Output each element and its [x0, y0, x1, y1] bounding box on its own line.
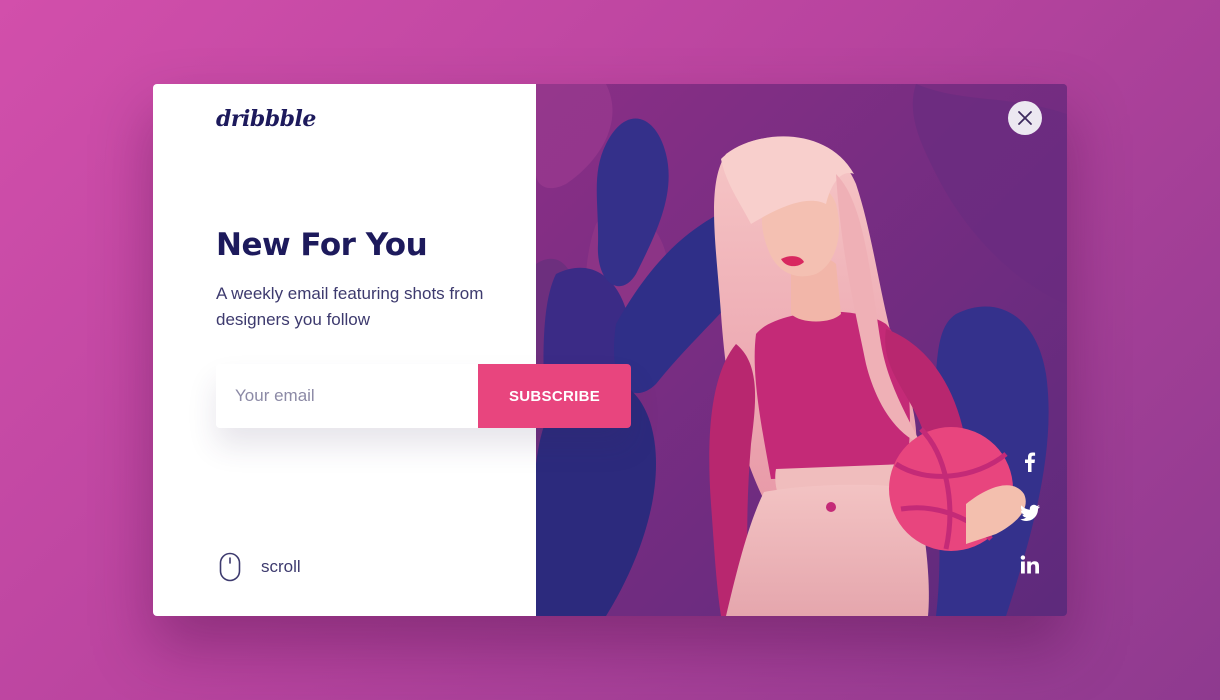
- content-panel: dribbble New For You A weekly email feat…: [153, 84, 631, 616]
- facebook-icon: [1025, 452, 1036, 472]
- scroll-indicator[interactable]: scroll: [219, 552, 301, 582]
- scroll-label: scroll: [261, 557, 301, 576]
- illustration-panel: [536, 84, 1067, 616]
- dribbble-logo[interactable]: dribbble: [216, 106, 316, 132]
- facebook-link[interactable]: [1017, 449, 1043, 475]
- page-subtitle: A weekly email featuring shots from desi…: [216, 284, 484, 329]
- close-button[interactable]: [1008, 101, 1042, 135]
- page-title: New For You: [216, 227, 428, 263]
- mouse-icon: [219, 552, 241, 582]
- twitter-icon: [1020, 504, 1040, 521]
- subscribe-button[interactable]: SUBSCRIBE: [478, 364, 631, 428]
- hero-illustration: [536, 84, 1067, 616]
- close-icon: [1018, 111, 1032, 125]
- twitter-link[interactable]: [1017, 500, 1043, 526]
- linkedin-link[interactable]: [1017, 552, 1043, 578]
- email-field[interactable]: [216, 364, 478, 428]
- newsletter-modal: dribbble New For You A weekly email feat…: [153, 84, 1067, 616]
- subscribe-form: SUBSCRIBE: [216, 364, 631, 428]
- linkedin-icon: [1020, 555, 1039, 574]
